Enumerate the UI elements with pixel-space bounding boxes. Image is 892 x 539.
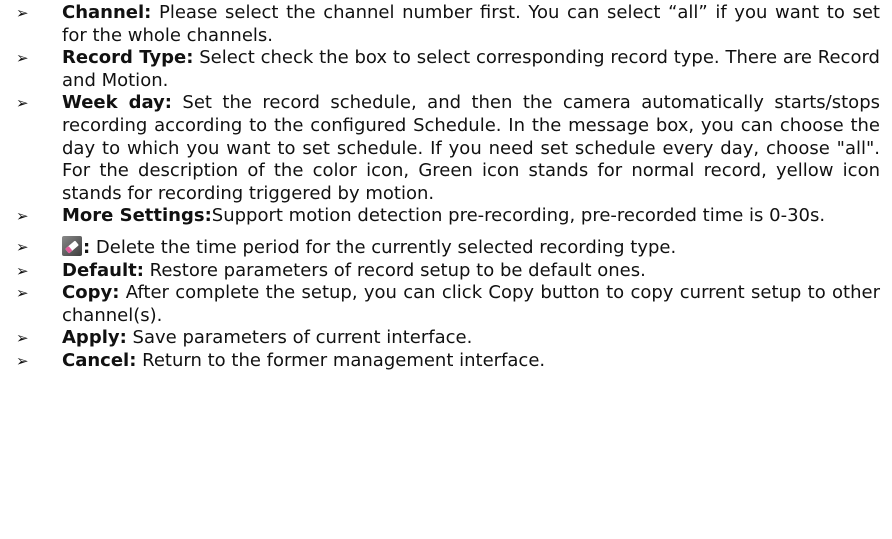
term-label: Cancel: [62, 349, 137, 371]
list-item-record-type: ➢ Record Type: Select check the box to s… [0, 47, 892, 92]
term-label: Apply: [62, 327, 127, 349]
list-item-channel: ➢ Channel: Please select the channel num… [0, 2, 892, 47]
term-label: Channel: [62, 2, 152, 23]
arrow-bullet-icon: ➢ [16, 94, 29, 113]
term-description: Delete the time period for the currently… [90, 236, 677, 258]
term-description: Restore parameters of record setup to be… [143, 259, 646, 281]
term-description: Support motion detection pre-recording, … [211, 205, 826, 227]
arrow-bullet-icon: ➢ [16, 261, 29, 280]
arrow-bullet-icon: ➢ [16, 207, 29, 226]
arrow-bullet-icon: ➢ [16, 4, 29, 22]
list-item-cancel: ➢ Cancel: Return to the former managemen… [0, 350, 892, 373]
arrow-bullet-icon: ➢ [16, 351, 29, 370]
list-item-apply: ➢ Apply: Save parameters of current inte… [0, 327, 892, 350]
list-item-week-day: ➢ Week day: Set the record schedule, and… [0, 92, 892, 205]
eraser-icon [62, 235, 82, 256]
settings-description-list: ➢ Channel: Please select the channel num… [0, 2, 892, 373]
list-item-delete-period: ➢ : Delete the time period for the curre… [0, 235, 892, 260]
list-item-copy: ➢ Copy: After complete the setup, you ca… [0, 282, 892, 327]
clipped-text-line [0, 0, 892, 1]
arrow-bullet-icon: ➢ [16, 49, 29, 68]
arrow-bullet-icon: ➢ [16, 329, 29, 348]
term-label: Week day: [62, 92, 172, 114]
arrow-bullet-icon: ➢ [16, 237, 29, 256]
term-description: After complete the setup, you can click … [62, 282, 880, 326]
term-label: More Settings: [62, 205, 212, 227]
term-description: Please select the channel number first. … [62, 2, 880, 46]
term-label: Copy: [62, 282, 120, 304]
term-description: Save parameters of current interface. [126, 327, 473, 349]
arrow-bullet-icon: ➢ [16, 284, 29, 303]
term-label: Record Type: [62, 47, 194, 69]
term-description: Return to the former management interfac… [136, 349, 546, 371]
list-item-more-settings: ➢ More Settings:Support motion detection… [0, 205, 892, 228]
list-item-default: ➢ Default: Restore parameters of record … [0, 260, 892, 283]
term-label: Default: [62, 259, 144, 281]
term-description: Set the record schedule, and then the ca… [62, 92, 880, 204]
